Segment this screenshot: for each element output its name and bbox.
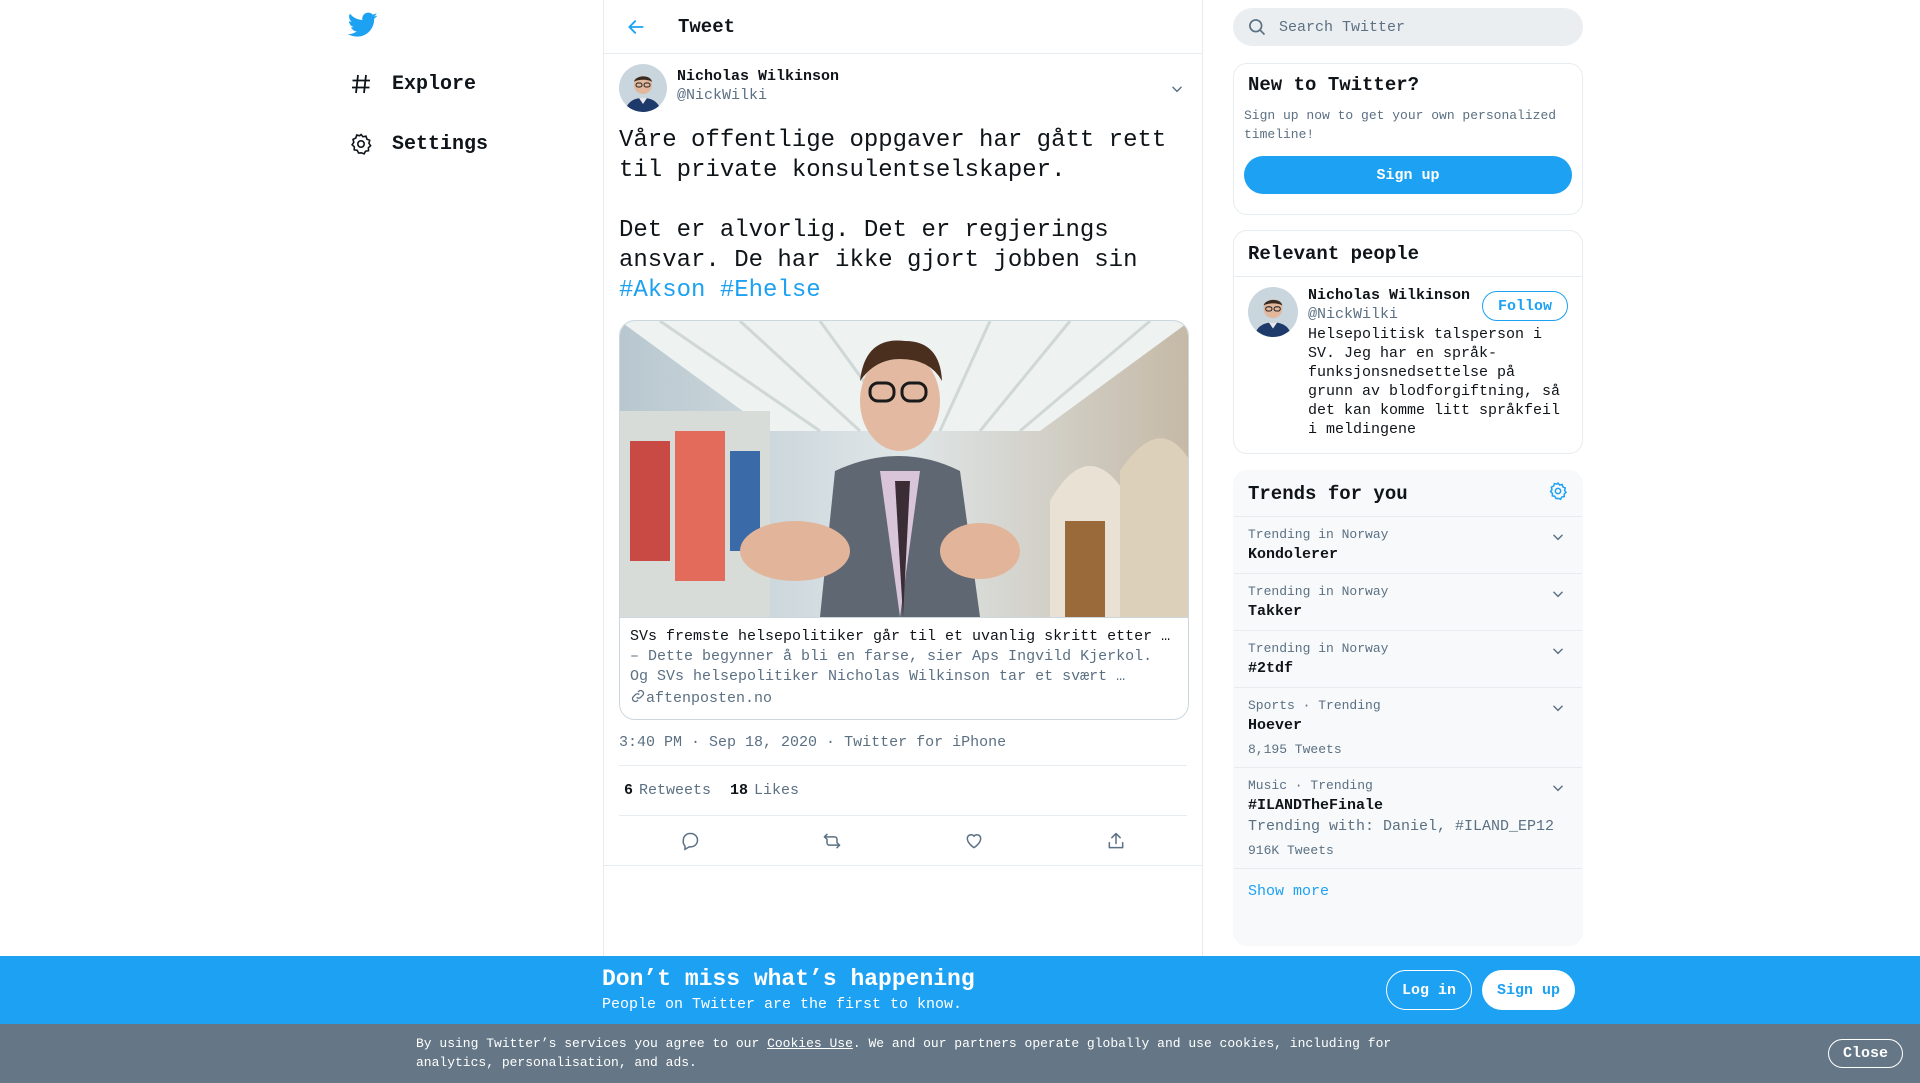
trend-item[interactable]: Trending in Norway Kondolerer: [1234, 517, 1582, 574]
retweets-count: 6: [624, 782, 634, 799]
relevant-person[interactable]: Nicholas Wilkinson @NickWilki Helsepolit…: [1234, 277, 1582, 449]
nav-settings-label: Settings: [392, 132, 489, 156]
author-handle[interactable]: @NickWilki: [677, 87, 839, 104]
hashtag-icon: [348, 71, 374, 97]
trend-count: 8,195 Tweets: [1248, 742, 1342, 757]
signup-banner: Don’t miss what’s happening People on Tw…: [0, 956, 1920, 1024]
reply-icon[interactable]: [672, 823, 708, 859]
trend-context: Sports · Trending: [1248, 698, 1381, 713]
cookie-close-button[interactable]: Close: [1828, 1039, 1904, 1068]
gear-icon: [348, 131, 374, 157]
trend-context: Music · Trending: [1248, 778, 1373, 793]
trend-context: Trending in Norway: [1248, 584, 1389, 599]
follow-button[interactable]: Follow: [1481, 291, 1568, 321]
trends-title: Trends for you: [1248, 482, 1408, 505]
trend-name: Kondolerer: [1248, 546, 1339, 563]
login-button[interactable]: Log in: [1386, 970, 1473, 1010]
likes-label: Likes: [754, 782, 800, 799]
heart-icon[interactable]: [956, 823, 992, 859]
sidebar-signup-button[interactable]: Sign up: [1244, 156, 1572, 194]
tweet-stats: 6 Retweets 18 Likes: [619, 766, 1187, 816]
cookie-text: By using Twitter’s services you agree to…: [416, 1034, 1416, 1072]
tweet-source[interactable]: Twitter for iPhone: [844, 734, 1006, 751]
avatar[interactable]: [619, 64, 667, 112]
chevron-down-icon[interactable]: [1548, 584, 1568, 604]
banner-subtitle: People on Twitter are the first to know.: [602, 996, 963, 1013]
show-more-link[interactable]: Show more: [1234, 869, 1582, 914]
trend-name: Takker: [1248, 603, 1303, 620]
cookie-prefix: By using Twitter’s services you agree to…: [416, 1036, 768, 1051]
nav-explore-label: Explore: [392, 72, 477, 96]
cookie-bar: By using Twitter’s services you agree to…: [0, 1024, 1920, 1083]
page-title: Tweet: [678, 15, 736, 38]
trend-item[interactable]: Trending in Norway #2tdf: [1234, 631, 1582, 688]
likes-count: 18: [730, 782, 749, 799]
trend-count: 916K Tweets: [1248, 843, 1334, 858]
hashtag-link[interactable]: #Akson: [619, 277, 705, 304]
author-name[interactable]: Nicholas Wilkinson: [677, 68, 839, 85]
retweets-label: Retweets: [639, 782, 712, 799]
tweet-header: Tweet: [604, 0, 1202, 54]
chevron-down-icon[interactable]: [1548, 778, 1568, 798]
card-domain: aftenposten.no: [630, 688, 1178, 709]
person-bio: Helsepolitisk talsperson i SV. Jeg har e…: [1308, 326, 1561, 438]
new-to-twitter-title: New to Twitter?: [1248, 74, 1420, 96]
link-card[interactable]: SVs fremste helsepolitiker går til et uv…: [619, 320, 1189, 720]
search-input[interactable]: [1279, 18, 1559, 36]
tweet-text: Våre offentlige oppgaver har gått rett t…: [619, 126, 1187, 306]
banner-title: Don’t miss what’s happening: [602, 966, 975, 992]
chevron-down-icon[interactable]: [1166, 78, 1188, 100]
avatar[interactable]: [1248, 287, 1298, 337]
relevant-people-header: Relevant people: [1234, 231, 1582, 277]
chevron-down-icon[interactable]: [1548, 527, 1568, 547]
relevant-people-title: Relevant people: [1248, 242, 1420, 265]
trends-panel: Trends for you Trending in Norway Kondol…: [1233, 470, 1583, 946]
likes-stat[interactable]: 18 Likes: [730, 782, 799, 799]
arrow-left-icon[interactable]: [616, 7, 656, 47]
chevron-down-icon[interactable]: [1548, 698, 1568, 718]
share-icon[interactable]: [1098, 823, 1134, 859]
main-column: Tweet Nicholas Wilkinson @NickWilki Våre…: [603, 0, 1203, 1083]
tweet-text-line2: Det er alvorlig. Det er regjerings ansva…: [619, 217, 1138, 274]
trend-related: Trending with: Daniel, #ILAND_EP12: [1248, 818, 1555, 835]
nav-settings[interactable]: Settings: [348, 124, 488, 164]
tweet-actions: [604, 816, 1202, 866]
chevron-down-icon[interactable]: [1548, 641, 1568, 661]
search-box[interactable]: [1233, 8, 1583, 46]
tweet-text-line1: Våre offentlige oppgaver har gått rett t…: [619, 127, 1181, 184]
tweet-meta: 3:40 PM · Sep 18, 2020 · Twitter for iPh…: [619, 734, 1187, 766]
new-to-twitter-subtitle: Sign up now to get your own personalized…: [1244, 108, 1557, 142]
twitter-bird-icon[interactable]: [347, 12, 380, 40]
retweet-icon[interactable]: [814, 823, 850, 859]
trend-item[interactable]: Music · Trending #ILANDTheFinale Trendin…: [1234, 768, 1582, 869]
nav-explore[interactable]: Explore: [348, 64, 476, 104]
cookies-use-link[interactable]: Cookies Use: [767, 1036, 853, 1051]
gear-icon[interactable]: [1548, 481, 1568, 506]
trend-name: #2tdf: [1248, 660, 1294, 677]
card-image: [620, 321, 1188, 617]
trend-name: Hoever: [1248, 717, 1303, 734]
card-body: SVs fremste helsepolitiker går til et uv…: [620, 617, 1188, 719]
trend-name: #ILANDTheFinale: [1248, 797, 1384, 814]
retweets-stat[interactable]: 6 Retweets: [624, 782, 711, 799]
card-domain-text: aftenposten.no: [646, 690, 773, 707]
link-icon: [630, 688, 646, 709]
new-to-twitter-panel: New to Twitter? Sign up now to get your …: [1233, 63, 1583, 215]
trend-context: Trending in Norway: [1248, 527, 1389, 542]
trend-item[interactable]: Sports · Trending Hoever 8,195 Tweets: [1234, 688, 1582, 768]
card-title: SVs fremste helsepolitiker går til et uv…: [630, 628, 1171, 645]
trend-item[interactable]: Trending in Norway Takker: [1234, 574, 1582, 631]
search-icon: [1247, 17, 1267, 37]
banner-signup-button[interactable]: Sign up: [1482, 970, 1576, 1010]
trends-header: Trends for you: [1234, 471, 1582, 517]
hashtag-link[interactable]: #Ehelse: [720, 277, 821, 304]
tweet: Nicholas Wilkinson @NickWilki Våre offen…: [604, 64, 1202, 866]
tweet-author[interactable]: Nicholas Wilkinson @NickWilki: [619, 64, 1187, 112]
trend-context: Trending in Norway: [1248, 641, 1389, 656]
relevant-people-panel: Relevant people Nicholas Wilkinson @Nick…: [1233, 230, 1583, 454]
card-description: – Dette begynner å bli en farse, sier Ap…: [630, 648, 1153, 685]
tweet-time[interactable]: 3:40 PM · Sep 18, 2020: [619, 734, 817, 751]
